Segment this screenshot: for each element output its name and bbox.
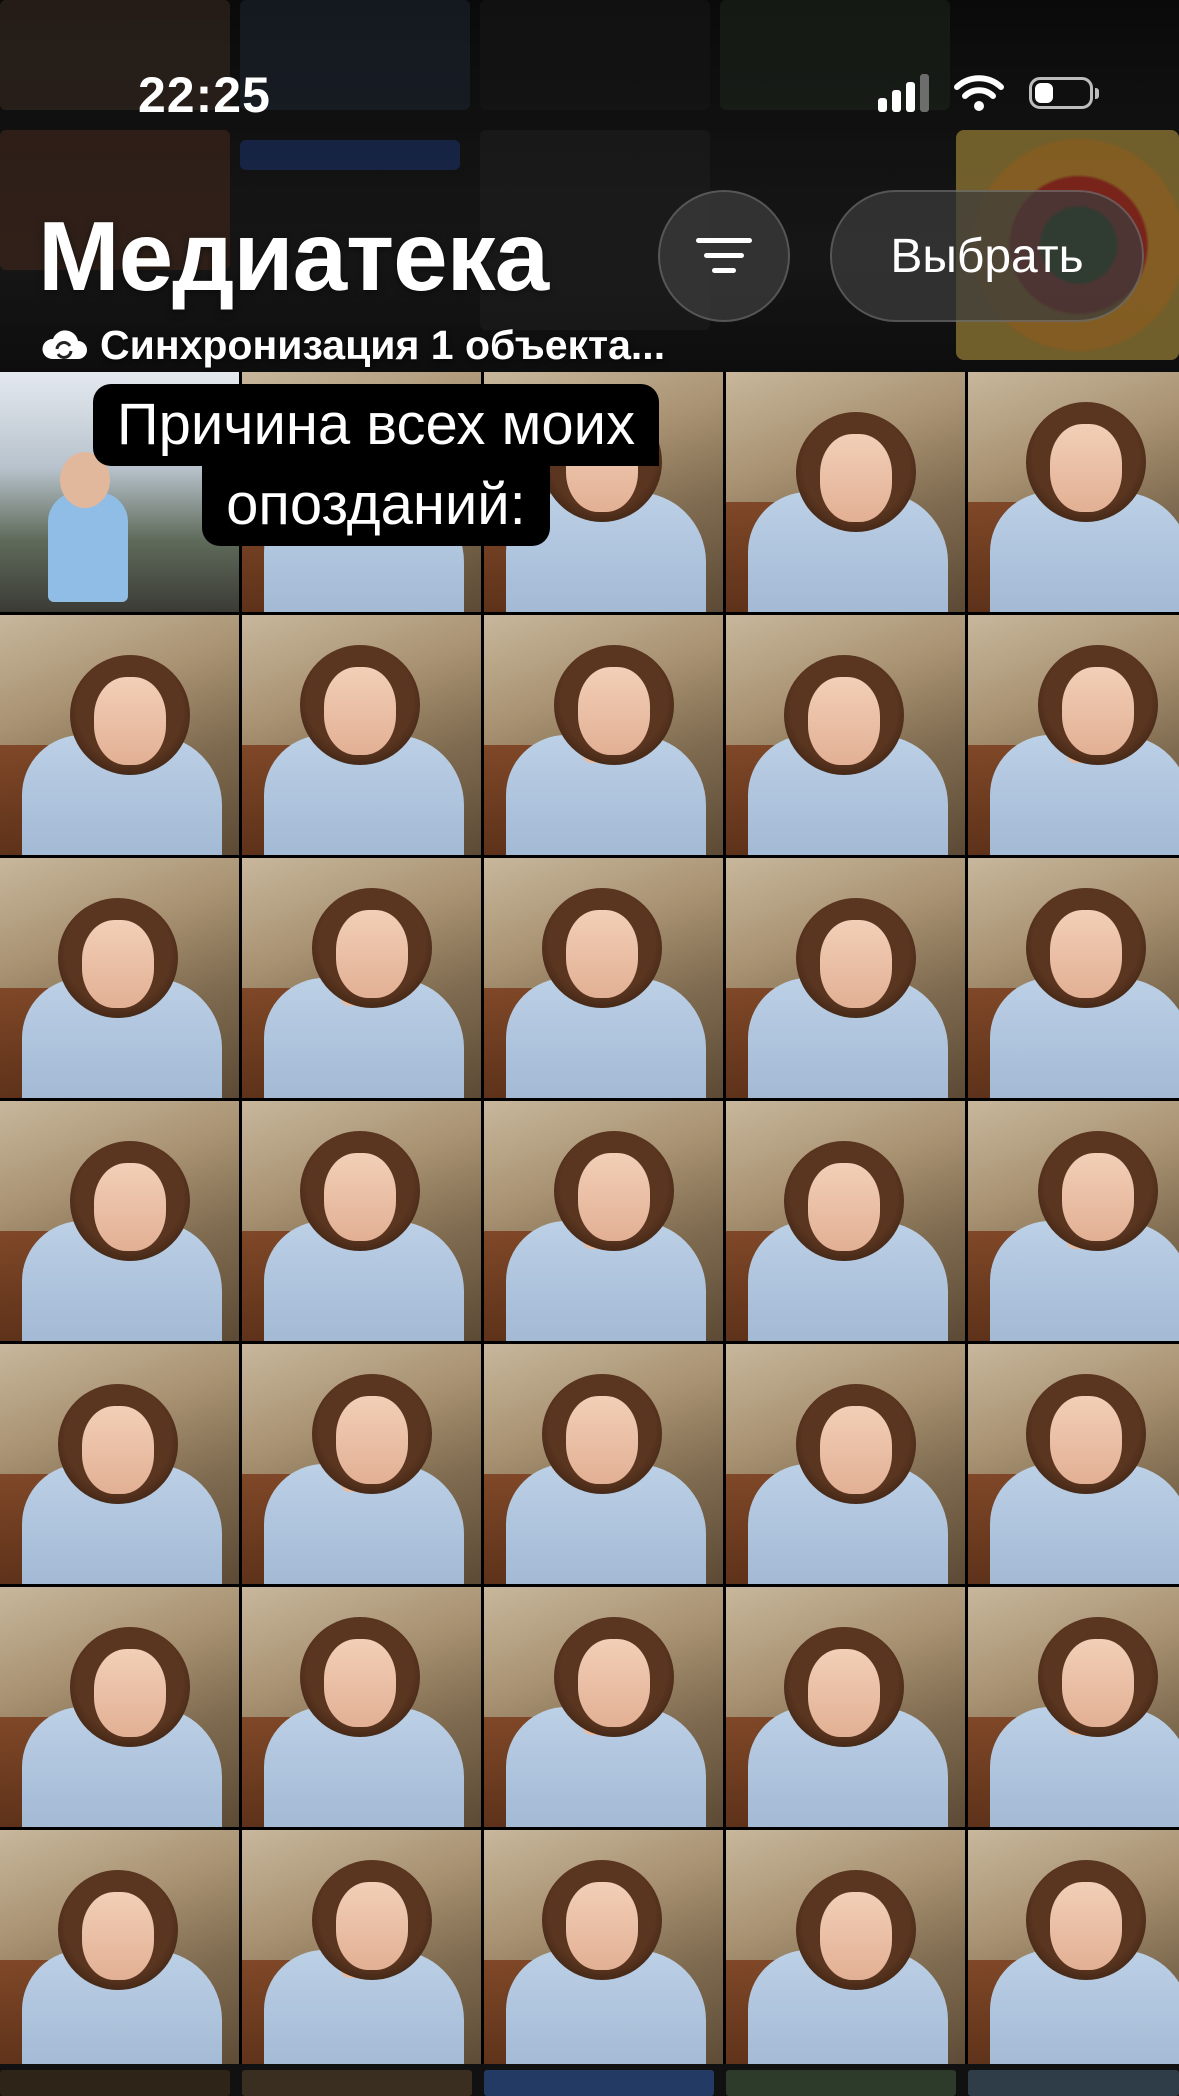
- photo-thumbnail[interactable]: [968, 858, 1179, 1098]
- photo-thumbnail[interactable]: [242, 615, 481, 855]
- photo-thumbnail[interactable]: [726, 372, 965, 612]
- status-time: 22:25: [138, 67, 271, 123]
- caption-line: Причина всех моих: [92, 384, 660, 466]
- select-button[interactable]: Выбрать: [830, 190, 1144, 322]
- photo-thumbnail[interactable]: [484, 858, 723, 1098]
- filter-lines-icon: [696, 238, 752, 273]
- photo-thumbnail[interactable]: [242, 858, 481, 1098]
- caption-overlay: Причина всех моих опозданий:: [36, 384, 716, 546]
- photo-thumbnail[interactable]: [0, 858, 239, 1098]
- photo-thumbnail[interactable]: [484, 1344, 723, 1584]
- photo-thumbnail[interactable]: [726, 615, 965, 855]
- cellular-signal-icon: [878, 74, 929, 112]
- photo-thumbnail[interactable]: [242, 1344, 481, 1584]
- photo-thumbnail[interactable]: [968, 1344, 1179, 1584]
- cloud-sync-icon: [42, 329, 87, 359]
- photo-thumbnail[interactable]: [242, 1587, 481, 1827]
- photo-thumbnail[interactable]: [726, 1587, 965, 1827]
- photo-thumbnail[interactable]: [968, 1830, 1179, 2070]
- photo-thumbnail[interactable]: [484, 1830, 723, 2070]
- sort-filter-button[interactable]: [658, 190, 790, 322]
- photo-thumbnail[interactable]: [484, 615, 723, 855]
- photo-thumbnail[interactable]: [0, 1830, 239, 2070]
- photo-thumbnail[interactable]: [968, 1587, 1179, 1827]
- photo-thumbnail[interactable]: [0, 1587, 239, 1827]
- photo-thumbnail[interactable]: [0, 1344, 239, 1584]
- photo-thumbnail[interactable]: [0, 1101, 239, 1341]
- photo-thumbnail[interactable]: [968, 615, 1179, 855]
- sync-status-text: Синхронизация 1 объекта...: [100, 322, 666, 368]
- battery-icon: [1029, 77, 1099, 109]
- photo-thumbnail[interactable]: [484, 1101, 723, 1341]
- photo-thumbnail[interactable]: [968, 372, 1179, 612]
- photo-thumbnail[interactable]: [726, 1830, 965, 2070]
- photo-thumbnail[interactable]: [242, 1830, 481, 2070]
- next-row-peek: [0, 2064, 1179, 2096]
- photo-thumbnail[interactable]: [242, 1101, 481, 1341]
- photo-thumbnail[interactable]: [484, 1587, 723, 1827]
- caption-line: опозданий:: [202, 464, 550, 546]
- photo-thumbnail[interactable]: [726, 858, 965, 1098]
- photo-thumbnail[interactable]: [968, 1101, 1179, 1341]
- photo-thumbnail[interactable]: [726, 1101, 965, 1341]
- photo-grid: [0, 372, 1179, 2070]
- sync-status[interactable]: Синхронизация 1 объекта...: [40, 322, 665, 369]
- page-title: Медиатека: [38, 201, 549, 311]
- wifi-icon: [954, 75, 1004, 111]
- status-icons: [878, 74, 1099, 112]
- photo-thumbnail[interactable]: [726, 1344, 965, 1584]
- photo-thumbnail[interactable]: [0, 615, 239, 855]
